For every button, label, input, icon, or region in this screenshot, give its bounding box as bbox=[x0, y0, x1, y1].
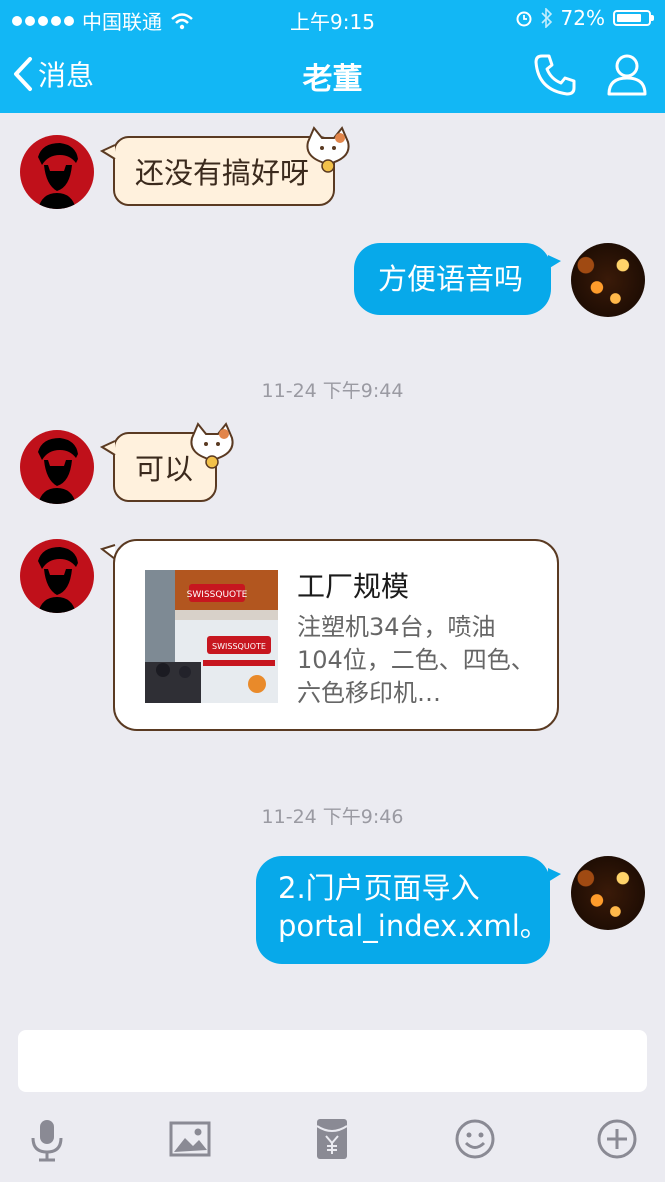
message-text-line: 2.门户页面导入 bbox=[278, 871, 480, 905]
status-right: 72% bbox=[515, 6, 654, 30]
message-input[interactable] bbox=[18, 1030, 647, 1092]
bubble-tail-icon bbox=[100, 144, 116, 160]
bluetooth-icon bbox=[540, 8, 552, 28]
timestamp: 11-24 下午9:44 bbox=[261, 380, 404, 402]
my-avatar[interactable] bbox=[571, 856, 645, 930]
input-toolbar bbox=[0, 1100, 665, 1182]
battery-icon bbox=[613, 10, 654, 26]
message-bubble[interactable]: 2.门户页面导入 portal_index.xml。 bbox=[256, 856, 550, 964]
lucky-cat-sticker-icon bbox=[190, 422, 234, 469]
bubble-tail-icon bbox=[100, 440, 116, 456]
bubble-tail-icon bbox=[548, 255, 561, 269]
card-title: 工厂规模 bbox=[297, 570, 410, 603]
portrait-image bbox=[38, 143, 78, 209]
card-thumbnail: SWISSQUOTE SWISSQUOTE bbox=[145, 570, 278, 703]
card-description: 注塑机34台，喷油104位，二色、四色、六色移印机… bbox=[297, 613, 535, 707]
portrait-image bbox=[38, 438, 78, 504]
my-avatar[interactable] bbox=[571, 243, 645, 317]
contact-avatar[interactable] bbox=[20, 430, 94, 504]
lucky-cat-sticker-icon bbox=[306, 126, 350, 173]
message-text: 还没有搞好呀 bbox=[135, 156, 310, 190]
message-bubble[interactable]: 方便语音吗 bbox=[354, 243, 551, 315]
status-bar: 中国联通 上午9:15 72% bbox=[0, 0, 665, 36]
emoji-icon[interactable] bbox=[450, 1114, 500, 1164]
bubble-tail-icon bbox=[548, 868, 561, 882]
timestamp: 11-24 下午9:46 bbox=[261, 806, 404, 828]
header: 中国联通 上午9:15 72% 消息 老董 bbox=[0, 0, 665, 113]
battery-percent: 72% bbox=[560, 6, 605, 30]
red-envelope-icon[interactable] bbox=[307, 1114, 357, 1164]
phone-icon[interactable] bbox=[532, 52, 578, 98]
alarm-icon bbox=[516, 11, 532, 27]
message-text-line: portal_index.xml。 bbox=[278, 908, 549, 943]
svg-text:SWISSQUOTE: SWISSQUOTE bbox=[187, 590, 248, 600]
contact-avatar[interactable] bbox=[20, 539, 94, 613]
microphone-icon[interactable] bbox=[22, 1114, 72, 1164]
message-text: 方便语音吗 bbox=[378, 262, 524, 296]
portrait-image bbox=[38, 547, 78, 613]
profile-icon[interactable] bbox=[604, 52, 650, 98]
image-icon[interactable] bbox=[165, 1114, 215, 1164]
link-card[interactable]: SWISSQUOTE SWISSQUOTE 工厂规模 注塑机34台，喷油104位… bbox=[113, 539, 559, 731]
plus-icon[interactable] bbox=[592, 1114, 642, 1164]
contact-avatar[interactable] bbox=[20, 135, 94, 209]
svg-text:SWISSQUOTE: SWISSQUOTE bbox=[212, 642, 266, 651]
booth-photo-image: SWISSQUOTE SWISSQUOTE bbox=[145, 570, 278, 703]
nav-bar: 消息 老董 bbox=[0, 36, 665, 113]
